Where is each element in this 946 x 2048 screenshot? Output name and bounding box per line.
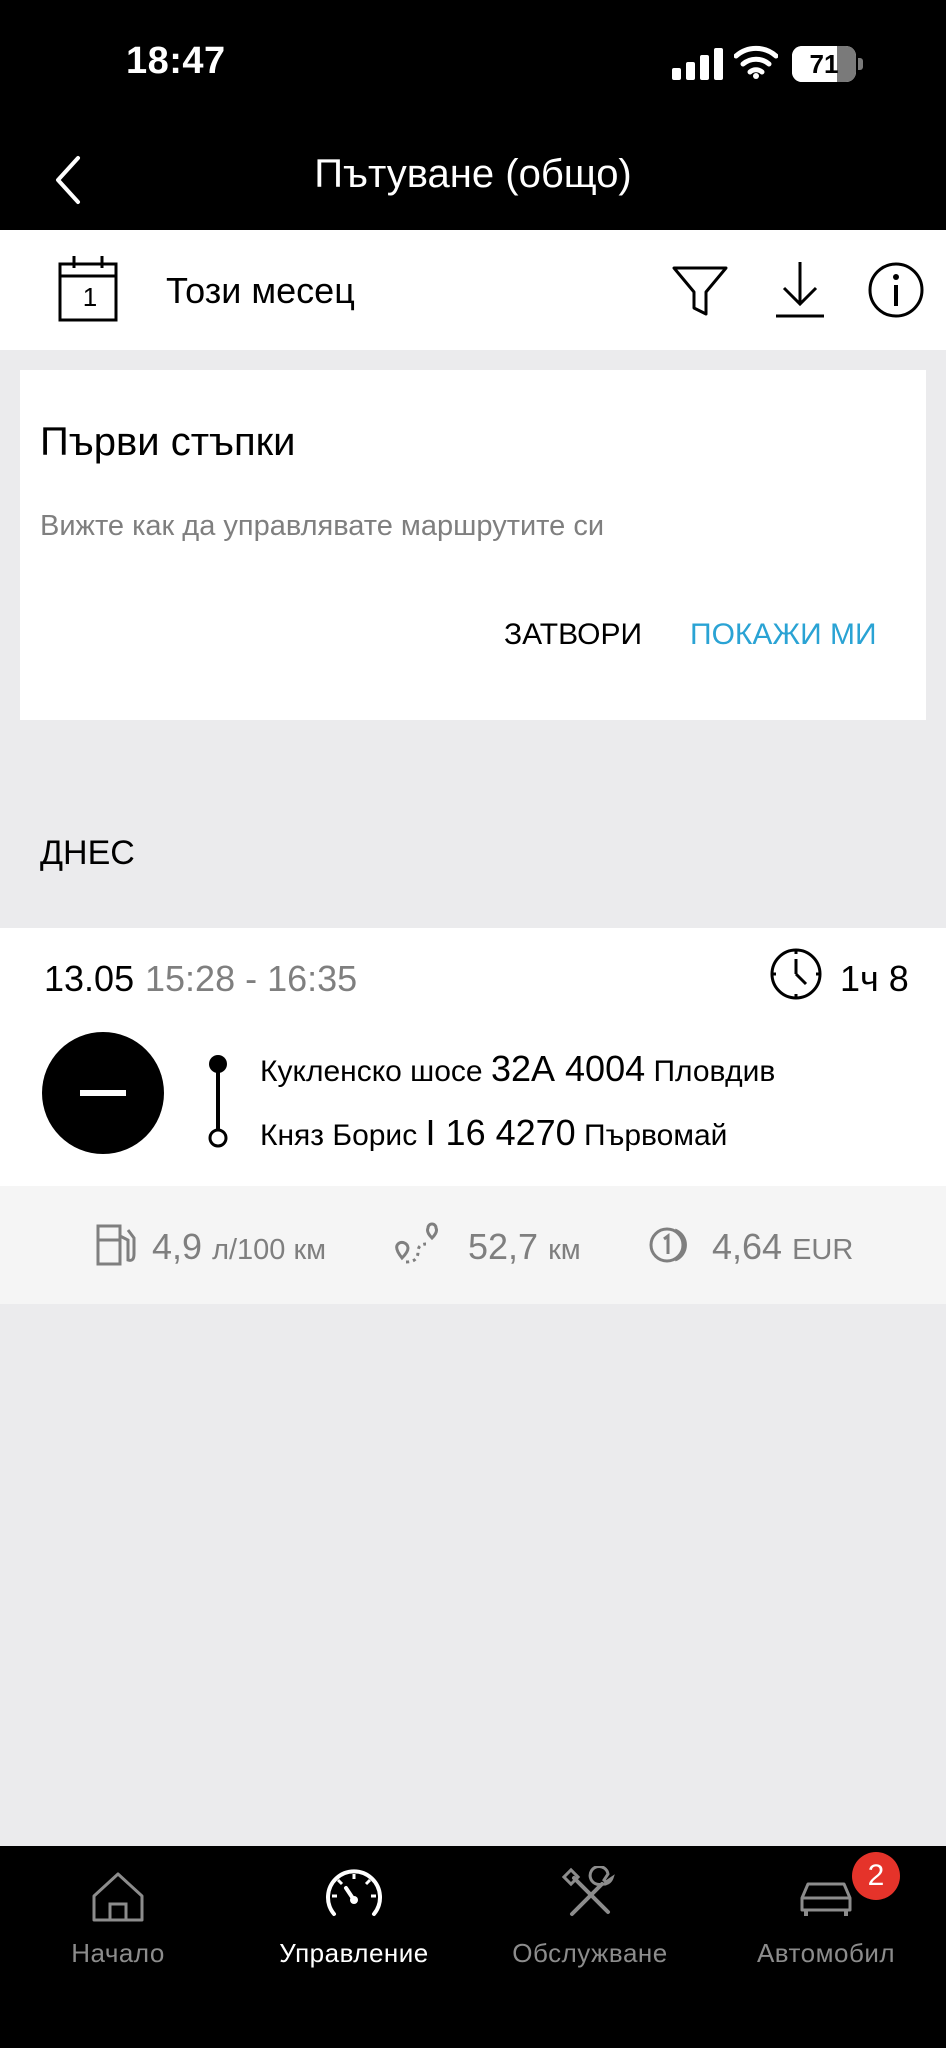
car-icon — [800, 1882, 852, 1916]
route-start-address: Кукленско шосе 32А 4004 Пловдив — [260, 1048, 775, 1090]
consumption-stat: 4,9 л/100 км — [152, 1226, 326, 1268]
toolbar: 1 Този месец — [0, 230, 946, 350]
page-title: Пътуване (общо) — [314, 152, 632, 196]
close-button[interactable]: ЗАТВОРИ — [504, 618, 642, 652]
cost-value: 4,64 — [712, 1226, 783, 1267]
period-label: Този месец — [166, 270, 355, 311]
speedometer-icon — [326, 1869, 382, 1916]
tab-vehicle[interactable]: Автомобил — [708, 1846, 944, 1986]
trip-time-range: 15:28 - 16:35 — [145, 958, 358, 999]
battery-tip — [858, 58, 863, 70]
period-selector[interactable]: 1 Този месец — [56, 252, 396, 328]
status-bar: 18:47 71 — [0, 0, 946, 130]
clock-icon — [770, 948, 822, 1000]
show-me-button[interactable]: ПОКАЖИ МИ — [690, 618, 877, 652]
tab-label: Начало — [71, 1938, 165, 1968]
cellular-signal-icon — [672, 48, 723, 80]
fuel-pump-icon — [96, 1224, 136, 1266]
start-number-zip: 32А 4004 — [490, 1048, 646, 1089]
battery-percent: 71 — [809, 49, 839, 79]
wifi-icon — [734, 45, 778, 79]
intro-title: Първи стъпки — [40, 420, 296, 464]
distance-stat: 52,7 км — [468, 1226, 581, 1268]
consumption-value: 4,9 — [152, 1226, 203, 1267]
home-icon — [92, 1872, 144, 1922]
download-icon[interactable] — [770, 260, 830, 320]
battery-indicator: 71 — [792, 46, 863, 82]
end-city: Първомай — [584, 1119, 728, 1152]
cost-unit: EUR — [792, 1234, 854, 1266]
cost-stat: 4,64 EUR — [712, 1226, 853, 1268]
notification-badge: 2 — [852, 1852, 900, 1900]
tab-driving[interactable]: Управление — [236, 1846, 472, 1986]
tools-icon — [561, 1866, 615, 1916]
trip-duration: 1ч 8 — [840, 958, 909, 999]
intro-card: Първи стъпки Вижте как да управлявате ма… — [20, 370, 926, 720]
end-number-zip: I 16 4270 — [425, 1112, 576, 1153]
nav-header: Пътуване (общо) — [0, 130, 946, 230]
section-label: ДНЕС — [40, 834, 135, 872]
consumption-unit: л/100 км — [212, 1234, 327, 1266]
trip-date: 13.05 — [44, 958, 135, 999]
tab-service[interactable]: Обслужване — [472, 1846, 708, 1986]
filter-icon[interactable] — [670, 260, 730, 320]
route-line-icon — [208, 1055, 228, 1148]
back-arrow-icon[interactable] — [46, 142, 102, 218]
status-time: 18:47 — [126, 40, 226, 82]
distance-value: 52,7 — [468, 1226, 539, 1267]
start-city: Пловдив — [653, 1055, 776, 1088]
tab-label: Управление — [279, 1938, 429, 1968]
intro-subtitle: Вижте как да управлявате маршрутите си — [40, 510, 605, 542]
tab-label: Обслужване — [512, 1938, 668, 1968]
tab-label: Автомобил — [756, 1938, 896, 1968]
distance-unit: км — [548, 1234, 581, 1266]
start-street: Кукленско шосе — [260, 1055, 483, 1088]
trip-stats: 4,9 л/100 км 52,7 км 4,64 EUR — [0, 1186, 946, 1304]
trip-category-icon — [42, 1032, 164, 1154]
info-icon[interactable] — [866, 260, 926, 320]
tab-home[interactable]: Начало — [0, 1846, 236, 1986]
coin-icon — [649, 1227, 687, 1263]
end-street: Княз Борис — [260, 1119, 418, 1152]
calendar-day: 1 — [82, 282, 98, 312]
trip-item[interactable]: 13.05 15:28 - 16:35 1ч 8 Кукленско шосе … — [0, 928, 946, 1186]
bottom-tab-bar: Начало Управление Обслужване Автомобил — [0, 1846, 946, 2048]
route-distance-icon — [395, 1222, 438, 1264]
screen: 18:47 71 Пътуване (общо) 1 Този месец Пъ… — [0, 0, 946, 2048]
route-end-address: Княз Борис I 16 4270 Първомай — [260, 1112, 727, 1154]
